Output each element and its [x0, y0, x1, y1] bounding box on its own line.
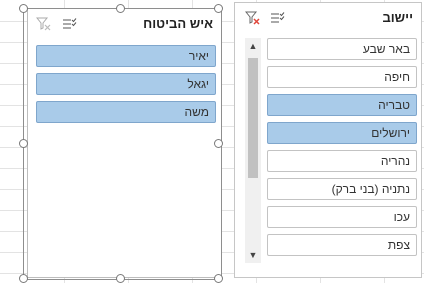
multi-select-icon[interactable]: [269, 11, 285, 25]
slicer-item-selected[interactable]: ירושלים: [267, 122, 417, 144]
slicer-item[interactable]: נהריה: [267, 150, 417, 172]
slicer-item[interactable]: באר שבע: [267, 38, 417, 60]
slicer-yishuv[interactable]: יישוב באר שבע חיפה טבריה ירושלים נהריה נ…: [234, 2, 422, 278]
slicer-scrollbar[interactable]: ▲ ▼: [245, 38, 261, 263]
resize-handle[interactable]: [214, 4, 223, 13]
scroll-up-icon[interactable]: ▲: [248, 41, 258, 51]
slicer-item[interactable]: חיפה: [267, 66, 417, 88]
slicer-header: יישוב: [235, 3, 421, 33]
resize-handle[interactable]: [214, 139, 223, 148]
slicer-item-selected[interactable]: טבריה: [267, 94, 417, 116]
resize-handle[interactable]: [116, 274, 125, 283]
resize-handle[interactable]: [19, 4, 28, 13]
resize-handle[interactable]: [214, 274, 223, 283]
slicer-item[interactable]: נתניה (בני ברק): [267, 178, 417, 200]
scroll-thumb[interactable]: [248, 58, 258, 178]
scroll-down-icon[interactable]: ▼: [248, 250, 258, 260]
resize-handle[interactable]: [19, 274, 28, 283]
slicer-item[interactable]: צפת: [267, 234, 417, 256]
clear-filter-icon[interactable]: [245, 11, 261, 25]
slicer-title: יישוב: [382, 10, 413, 25]
slicer-item[interactable]: עכו: [267, 206, 417, 228]
selection-frame: [23, 8, 222, 280]
resize-handle[interactable]: [116, 4, 125, 13]
resize-handle[interactable]: [19, 139, 28, 148]
